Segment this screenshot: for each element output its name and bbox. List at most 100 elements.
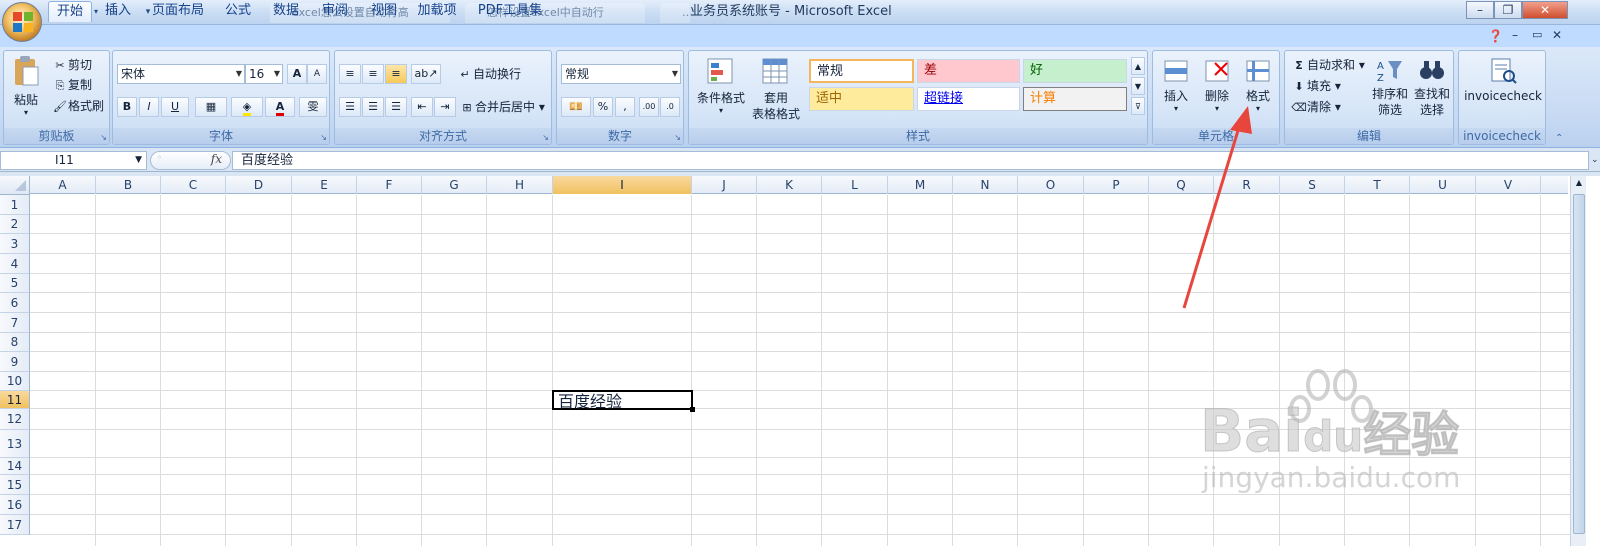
- tab-view[interactable]: 视图: [364, 1, 404, 22]
- tab-formulas[interactable]: 公式: [218, 1, 258, 22]
- paste-button[interactable]: 粘贴 ▾: [6, 55, 46, 127]
- tab-insert[interactable]: 插入: [98, 1, 138, 22]
- chevron-down-icon[interactable]: ▼: [135, 152, 142, 169]
- percent-button[interactable]: %: [593, 97, 613, 117]
- comma-button[interactable]: ,: [615, 97, 635, 117]
- decrease-indent-button[interactable]: ⇤: [411, 97, 433, 117]
- expand-formula-bar-icon[interactable]: ⌄: [1591, 151, 1600, 170]
- dialog-launcher-icon[interactable]: ↘: [320, 133, 327, 142]
- help-icon[interactable]: ❓: [1488, 29, 1503, 43]
- workbook-restore-button[interactable]: ▭: [1532, 28, 1542, 41]
- column-header[interactable]: A: [30, 176, 96, 194]
- tab-page-layout[interactable]: 页面布局: [146, 1, 210, 22]
- shrink-font-button[interactable]: A: [307, 64, 327, 84]
- tab-data[interactable]: 数据: [266, 1, 306, 22]
- scroll-thumb[interactable]: [1573, 194, 1585, 534]
- column-header[interactable]: G: [422, 176, 487, 194]
- workbook-minimize-button[interactable]: –: [1512, 28, 1518, 42]
- align-middle-button[interactable]: ≡: [362, 64, 384, 84]
- conditional-format-button[interactable]: 条件格式 ▾: [693, 57, 749, 127]
- fill-color-button[interactable]: ◈: [231, 97, 263, 117]
- row-header[interactable]: 8: [0, 333, 30, 352]
- style-calculation[interactable]: 计算: [1023, 87, 1127, 111]
- format-painter-button[interactable]: 🖌格式刷: [52, 98, 104, 115]
- name-box[interactable]: I11 ▼: [0, 151, 147, 170]
- scroll-up-icon[interactable]: ▲: [1572, 176, 1586, 190]
- column-header[interactable]: K: [757, 176, 822, 194]
- styles-scroll-down-button[interactable]: ▼: [1131, 77, 1145, 95]
- office-button[interactable]: [2, 2, 42, 42]
- decrease-decimal-button[interactable]: .0: [660, 97, 680, 117]
- format-as-table-button[interactable]: 套用 表格格式: [747, 57, 805, 127]
- close-button[interactable]: ✕: [1522, 1, 1568, 19]
- column-header[interactable]: L: [822, 176, 888, 194]
- align-center-button[interactable]: ☰: [362, 97, 384, 117]
- column-header[interactable]: O: [1018, 176, 1084, 194]
- bold-button[interactable]: B: [117, 97, 137, 117]
- style-good[interactable]: 好: [1023, 59, 1127, 83]
- dialog-launcher-icon[interactable]: ↘: [100, 133, 107, 142]
- select-all-button[interactable]: [0, 176, 30, 195]
- style-hyperlink[interactable]: 超链接: [917, 87, 1020, 111]
- column-header[interactable]: M: [888, 176, 953, 194]
- row-header[interactable]: 13: [0, 430, 30, 458]
- row-header[interactable]: 17: [0, 515, 30, 535]
- dialog-launcher-icon[interactable]: ↘: [542, 133, 549, 142]
- styles-more-button[interactable]: ⊽: [1131, 97, 1145, 115]
- row-header[interactable]: 16: [0, 495, 30, 515]
- column-header[interactable]: V: [1476, 176, 1541, 194]
- underline-button[interactable]: U: [161, 97, 189, 117]
- tab-home[interactable]: 开始: [48, 1, 92, 22]
- cut-button[interactable]: ✂ 剪切: [52, 57, 92, 74]
- tab-review[interactable]: 审阅: [315, 1, 355, 22]
- vertical-scrollbar[interactable]: ▲: [1570, 176, 1586, 546]
- fill-button[interactable]: ⬇ 填充 ▾: [1291, 78, 1340, 95]
- find-select-button[interactable]: 查找和 选择: [1411, 57, 1453, 127]
- row-header[interactable]: 11: [0, 391, 30, 409]
- italic-button[interactable]: I: [139, 97, 159, 117]
- invoicecheck-button[interactable]: invoicecheck: [1461, 57, 1545, 117]
- font-name-combo[interactable]: 宋体 ▼: [117, 64, 245, 84]
- font-color-button[interactable]: A: [265, 97, 295, 117]
- minimize-button[interactable]: –: [1466, 1, 1494, 19]
- row-header[interactable]: 7: [0, 313, 30, 333]
- column-header[interactable]: H: [487, 176, 553, 194]
- phonetic-button[interactable]: 雯: [299, 97, 327, 117]
- number-format-combo[interactable]: 常规 ▼: [561, 64, 681, 84]
- row-header[interactable]: 4: [0, 254, 30, 274]
- column-header[interactable]: D: [226, 176, 292, 194]
- fill-handle[interactable]: [690, 407, 695, 412]
- autosum-button[interactable]: Σ 自动求和 ▾: [1291, 57, 1365, 74]
- style-normal[interactable]: 常规: [809, 59, 914, 83]
- row-header[interactable]: 2: [0, 215, 30, 234]
- column-header[interactable]: I: [553, 176, 692, 194]
- align-top-button[interactable]: ≡: [339, 64, 361, 84]
- ribbon-collapse-icon[interactable]: ⌃: [1555, 133, 1563, 144]
- row-header[interactable]: 9: [0, 352, 30, 372]
- column-header[interactable]: B: [96, 176, 161, 194]
- tab-addins[interactable]: 加载项: [412, 1, 462, 22]
- row-header[interactable]: 14: [0, 458, 30, 475]
- column-header[interactable]: F: [357, 176, 422, 194]
- column-header[interactable]: E: [292, 176, 357, 194]
- column-header[interactable]: P: [1084, 176, 1149, 194]
- row-header[interactable]: 10: [0, 372, 30, 391]
- row-header[interactable]: 5: [0, 274, 30, 293]
- borders-button[interactable]: ▦: [195, 97, 227, 117]
- clear-button[interactable]: ⌫清除 ▾: [1291, 99, 1341, 116]
- wrap-text-button[interactable]: ↵ 自动换行: [457, 66, 521, 83]
- column-header[interactable]: S: [1280, 176, 1345, 194]
- grow-font-button[interactable]: A: [287, 64, 307, 84]
- row-header[interactable]: 1: [0, 195, 30, 215]
- row-header[interactable]: 12: [0, 409, 30, 430]
- active-cell[interactable]: 百度经验: [552, 390, 695, 412]
- align-left-button[interactable]: ☰: [339, 97, 361, 117]
- column-header[interactable]: U: [1410, 176, 1476, 194]
- style-bad[interactable]: 差: [917, 59, 1020, 83]
- maximize-button[interactable]: ❐: [1494, 1, 1522, 19]
- copy-button[interactable]: ⎘ 复制: [52, 77, 92, 94]
- style-neutral[interactable]: 适中: [809, 87, 914, 111]
- dialog-launcher-icon[interactable]: ↘: [674, 133, 681, 142]
- row-header[interactable]: 15: [0, 475, 30, 495]
- column-header[interactable]: N: [953, 176, 1018, 194]
